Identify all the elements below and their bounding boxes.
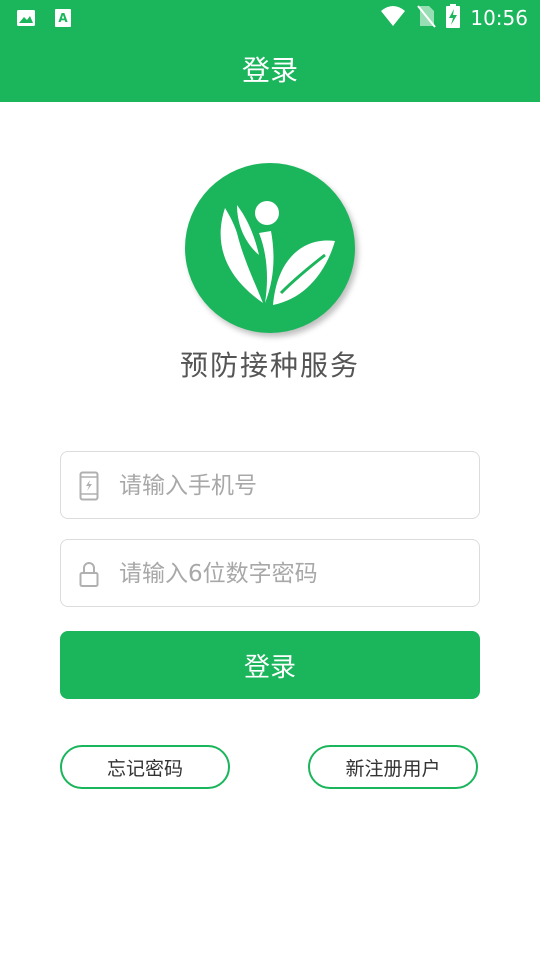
status-time: 10:56 bbox=[470, 6, 528, 30]
image-icon bbox=[16, 8, 36, 32]
a-icon: A bbox=[54, 8, 72, 32]
password-field[interactable] bbox=[60, 539, 480, 607]
title-bar: 登录 bbox=[0, 36, 540, 102]
status-bar: A 10:56 bbox=[0, 0, 540, 36]
phone-field[interactable] bbox=[60, 451, 480, 519]
phone-input[interactable] bbox=[117, 462, 471, 510]
phone-icon bbox=[79, 471, 99, 505]
page-title: 登录 bbox=[241, 54, 298, 87]
leaf-person-icon bbox=[220, 201, 335, 305]
register-button[interactable]: 新注册用户 bbox=[308, 745, 478, 789]
app-header: A 10:56 登录 bbox=[0, 0, 540, 102]
app-name: 预防接种服务 bbox=[179, 349, 360, 382]
login-button[interactable]: 登录 bbox=[60, 631, 480, 699]
app-logo bbox=[185, 163, 355, 333]
svg-text:A: A bbox=[58, 11, 68, 25]
no-sim-icon bbox=[416, 4, 437, 32]
password-input[interactable] bbox=[117, 550, 471, 598]
battery-charging-icon bbox=[446, 4, 461, 32]
wifi-icon bbox=[380, 5, 406, 31]
forgot-password-button[interactable]: 忘记密码 bbox=[60, 745, 230, 789]
lock-icon bbox=[79, 559, 99, 593]
